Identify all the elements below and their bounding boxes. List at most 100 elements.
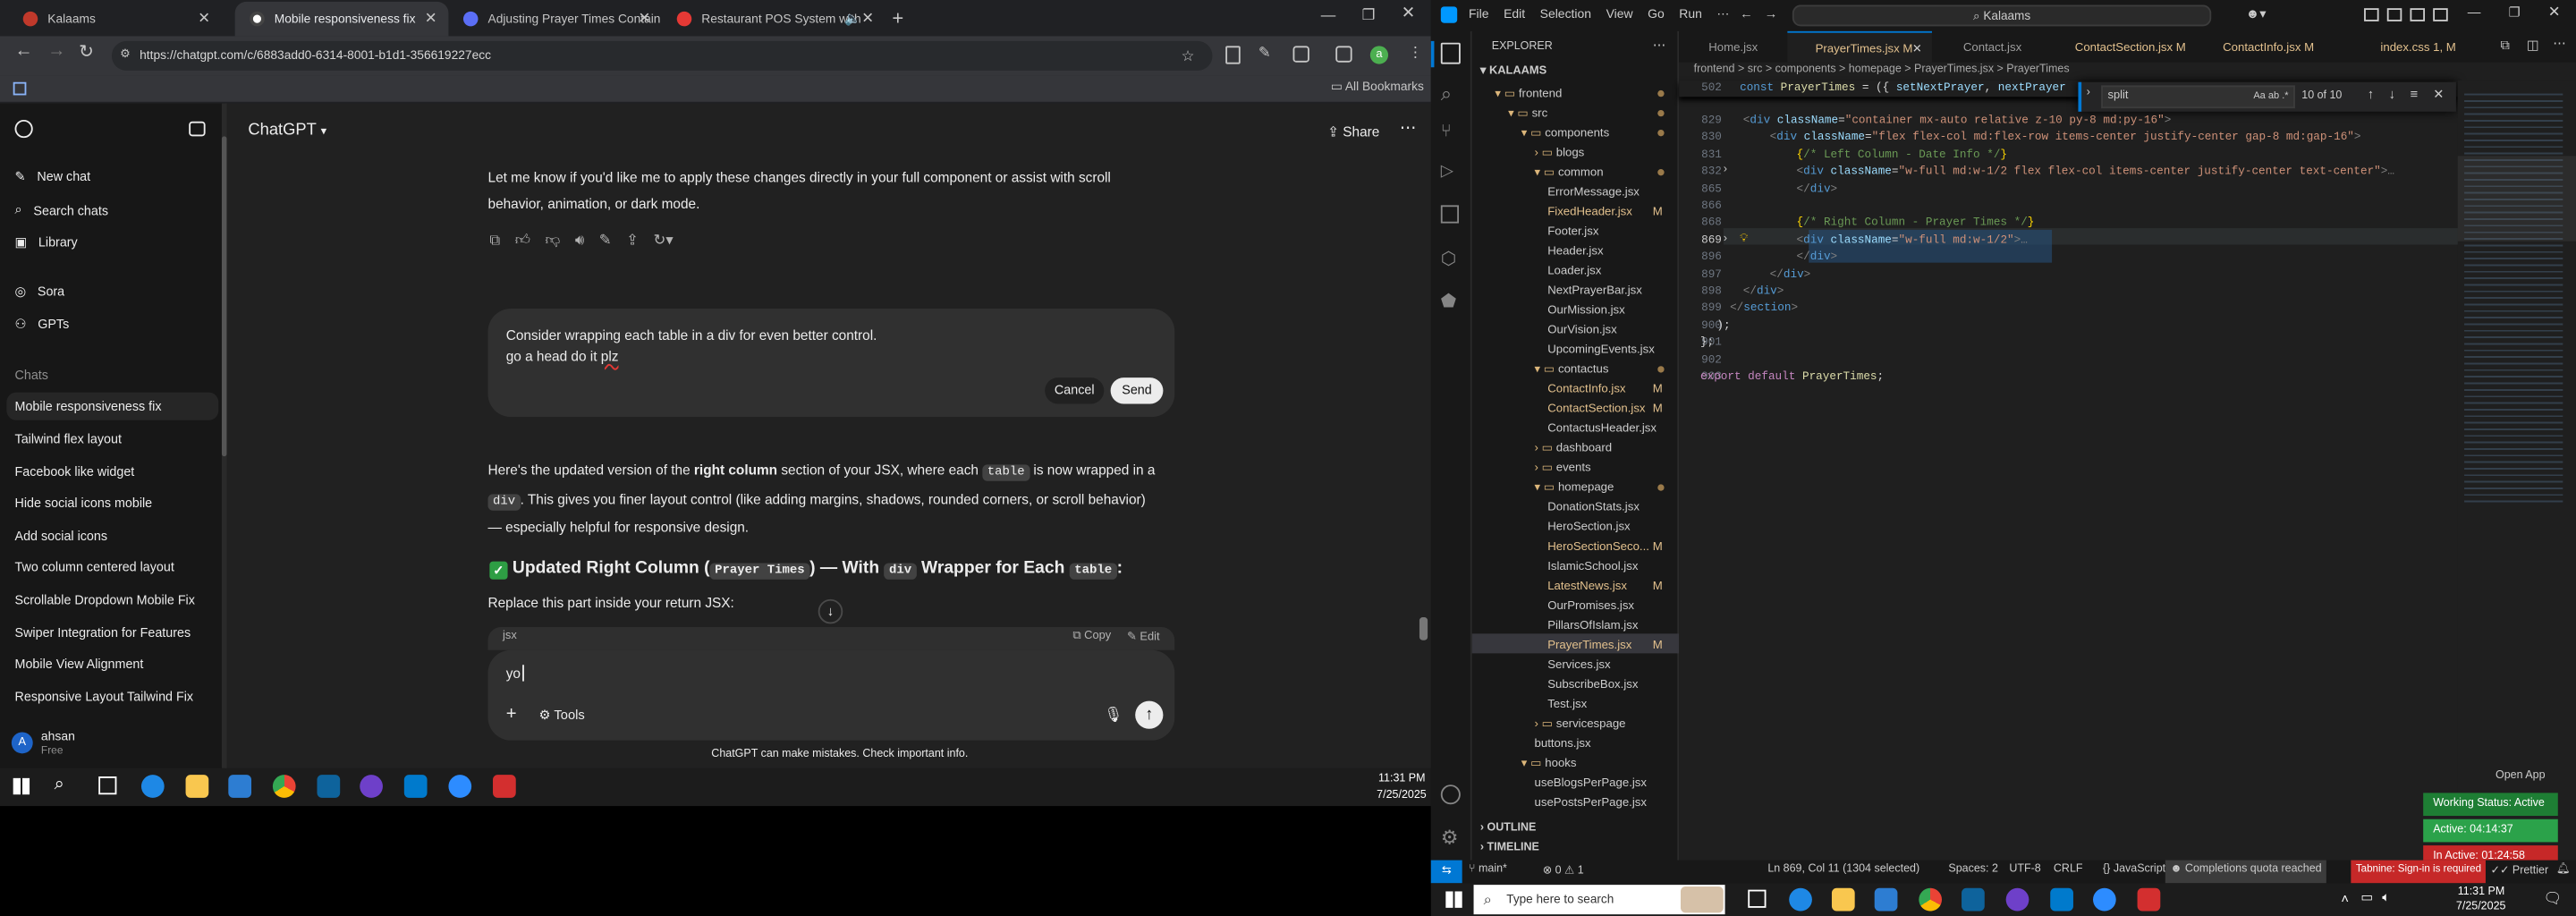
- clock-time[interactable]: 11:31 PM: [1378, 773, 1426, 785]
- workspace-root[interactable]: ▾ KALAAMS: [1480, 64, 1546, 77]
- close-icon[interactable]: ✕: [861, 2, 874, 37]
- file-tree-file[interactable]: ErrorMessage.jsx: [1547, 184, 1640, 199]
- code-line[interactable]: </div>: [1743, 285, 1784, 299]
- vscode-icon[interactable]: [2050, 887, 2073, 912]
- menu-item[interactable]: Selection: [1540, 6, 1591, 21]
- code-line[interactable]: </div>: [1769, 251, 1838, 265]
- code-line[interactable]: <div className="w-full md:w-1/2 flex fle…: [1769, 166, 2394, 180]
- store-icon[interactable]: [228, 775, 252, 798]
- sidebar-chat-item[interactable]: Tailwind flex layout: [15, 432, 122, 447]
- fold-chevron-icon[interactable]: ›: [1724, 233, 1727, 244]
- sidebar-chat-item[interactable]: Swiper Integration for Features: [15, 625, 191, 640]
- close-window-icon[interactable]: ✕: [2548, 4, 2561, 21]
- cancel-button[interactable]: Cancel: [1045, 377, 1105, 404]
- new-chat-button[interactable]: ✎ New chat: [15, 169, 91, 184]
- sidepanel-icon[interactable]: [1335, 46, 1352, 63]
- close-window-icon[interactable]: ✕: [1402, 5, 1415, 23]
- file-tree-file[interactable]: UpcomingEvents.jsx: [1547, 342, 1655, 357]
- file-tree-file[interactable]: PillarsOfIslam.jsx: [1547, 617, 1638, 632]
- network-icon[interactable]: ▭: [2360, 890, 2373, 905]
- forward-icon[interactable]: →: [47, 41, 65, 61]
- file-tree-file[interactable]: Header.jsx: [1547, 243, 1603, 259]
- close-icon[interactable]: ✕: [1912, 33, 1922, 64]
- file-tree-file[interactable]: Loader.jsx: [1547, 263, 1601, 278]
- code-line[interactable]: <div className="flex flex-col md:flex-ro…: [1756, 132, 2361, 146]
- regenerate-icon[interactable]: ↻▾: [654, 232, 674, 250]
- editor-tab-home[interactable]: Home.jsx: [1681, 31, 1783, 63]
- chrome-tab-mobile-responsiveness[interactable]: Mobile responsiveness fix ✕: [234, 1, 449, 37]
- apps-grid-icon[interactable]: [13, 81, 27, 96]
- extensions-puzzle-icon[interactable]: [1292, 46, 1309, 63]
- working-status-badge[interactable]: Working Status: Active: [2423, 793, 2558, 817]
- app-icon[interactable]: [493, 775, 516, 798]
- chrome-icon[interactable]: [272, 775, 296, 798]
- editor-tab-contact[interactable]: Contact.jsx: [1936, 31, 2046, 63]
- gpts-button[interactable]: ⚇ GPTs: [15, 317, 70, 332]
- file-tree-folder[interactable]: › ▭ servicespage: [1535, 716, 1626, 731]
- app-icon[interactable]: [317, 775, 341, 798]
- file-tree-file[interactable]: ContactSection.jsx: [1547, 401, 1645, 416]
- layout-toggle-icon[interactable]: [2364, 8, 2379, 21]
- fold-chevron-icon[interactable]: ›: [1724, 165, 1727, 176]
- vscode-icon[interactable]: [403, 775, 428, 798]
- panel-toggle-icon[interactable]: [2410, 8, 2426, 21]
- minimize-icon[interactable]: —: [2468, 5, 2481, 21]
- copy-icon[interactable]: ⧉: [489, 232, 500, 250]
- code-line[interactable]: </div>: [1756, 268, 1811, 282]
- copy-code-button[interactable]: ⧉ Copy: [1072, 631, 1111, 644]
- taskbar-search[interactable]: ⌕ Type here to search: [1473, 885, 1725, 915]
- source-control-icon[interactable]: ⑂: [1441, 122, 1452, 141]
- code-line[interactable]: <div className="w-full md:w-1/2">…: [1769, 234, 2028, 248]
- read-aloud-icon[interactable]: 🔊︎: [575, 232, 584, 250]
- file-tree-folder[interactable]: ▾ ▭ components: [1521, 124, 1609, 140]
- sidebar-chat-item[interactable]: Scrollable Dropdown Mobile Fix: [15, 592, 195, 607]
- back-icon[interactable]: ←: [15, 41, 33, 61]
- tabnine-status[interactable]: Tabnine: Sign-in is required: [2351, 860, 2487, 884]
- breadcrumb[interactable]: frontend > src > components > homepage >…: [1694, 64, 2070, 76]
- composer-input[interactable]: yo: [506, 665, 524, 682]
- outline-section[interactable]: › OUTLINE: [1480, 822, 1536, 834]
- sidebar-chat-item[interactable]: Facebook like widget: [15, 464, 135, 479]
- problems-count[interactable]: ⊗ 0 ⚠ 1: [1543, 863, 1584, 877]
- reload-icon[interactable]: ↻: [79, 41, 94, 63]
- bookmark-star-icon[interactable]: ☆: [1182, 41, 1195, 71]
- edit-text-line[interactable]: Consider wrapping each table in a div fo…: [506, 327, 877, 343]
- remote-indicator-icon[interactable]: ⇆: [1430, 860, 1462, 884]
- file-tree-file[interactable]: Footer.jsx: [1547, 224, 1598, 239]
- match-case-icon[interactable]: Aa ab .*: [2253, 87, 2288, 106]
- more-actions-icon[interactable]: ⋯: [2553, 36, 2566, 51]
- send-button[interactable]: Send: [1110, 377, 1164, 404]
- toggle-replace-icon[interactable]: ›: [2087, 87, 2090, 98]
- line-ending[interactable]: CRLF: [2054, 863, 2083, 875]
- user-avatar[interactable]: A: [11, 732, 33, 754]
- thumbs-up-icon[interactable]: 👍︎: [515, 232, 530, 250]
- code-line[interactable]: <div className="container mx-auto relati…: [1743, 114, 2172, 128]
- menu-item[interactable]: Run: [1679, 6, 1702, 21]
- thumbs-down-icon[interactable]: 👎︎: [546, 232, 561, 250]
- nav-back-icon[interactable]: ←: [1740, 6, 1753, 21]
- next-match-icon[interactable]: ↓: [2389, 87, 2395, 102]
- app-icon[interactable]: [1962, 887, 1985, 912]
- chrome-tab-kalaams[interactable]: Kalaams ✕: [8, 2, 222, 37]
- file-tree-file[interactable]: PrayerTimes.jsx: [1547, 637, 1631, 652]
- code-line[interactable]: };: [1700, 337, 1714, 351]
- code-line[interactable]: </section>: [1730, 302, 1798, 316]
- prettier-status[interactable]: ✓✓ Prettier: [2490, 863, 2548, 877]
- notifications-icon[interactable]: 🗨︎: [2543, 890, 2562, 908]
- zoom-icon[interactable]: [2092, 887, 2116, 912]
- search-icon[interactable]: ⌕: [1441, 82, 1452, 107]
- library-button[interactable]: ▣ Library: [15, 234, 78, 250]
- minimap[interactable]: [2457, 80, 2576, 861]
- file-tree-file[interactable]: buttons.jsx: [1535, 735, 1591, 751]
- sidebar-chat-item[interactable]: Mobile View Alignment: [15, 657, 144, 672]
- file-tree-file[interactable]: ContactusHeader.jsx: [1547, 420, 1657, 436]
- accounts-icon[interactable]: [1440, 785, 1461, 805]
- site-info-icon[interactable]: ⚙: [120, 41, 131, 71]
- more-options-icon[interactable]: ⋯: [1400, 120, 1416, 138]
- restore-icon[interactable]: ❐: [1362, 6, 1376, 24]
- github-desktop-icon[interactable]: [360, 775, 383, 798]
- sidebar-scroll-thumb[interactable]: [221, 136, 227, 457]
- active-time-badge[interactable]: Active: 04:14:37: [2423, 818, 2558, 843]
- file-tree-file[interactable]: Test.jsx: [1547, 696, 1587, 711]
- file-tree-file[interactable]: IslamicSchool.jsx: [1547, 558, 1638, 573]
